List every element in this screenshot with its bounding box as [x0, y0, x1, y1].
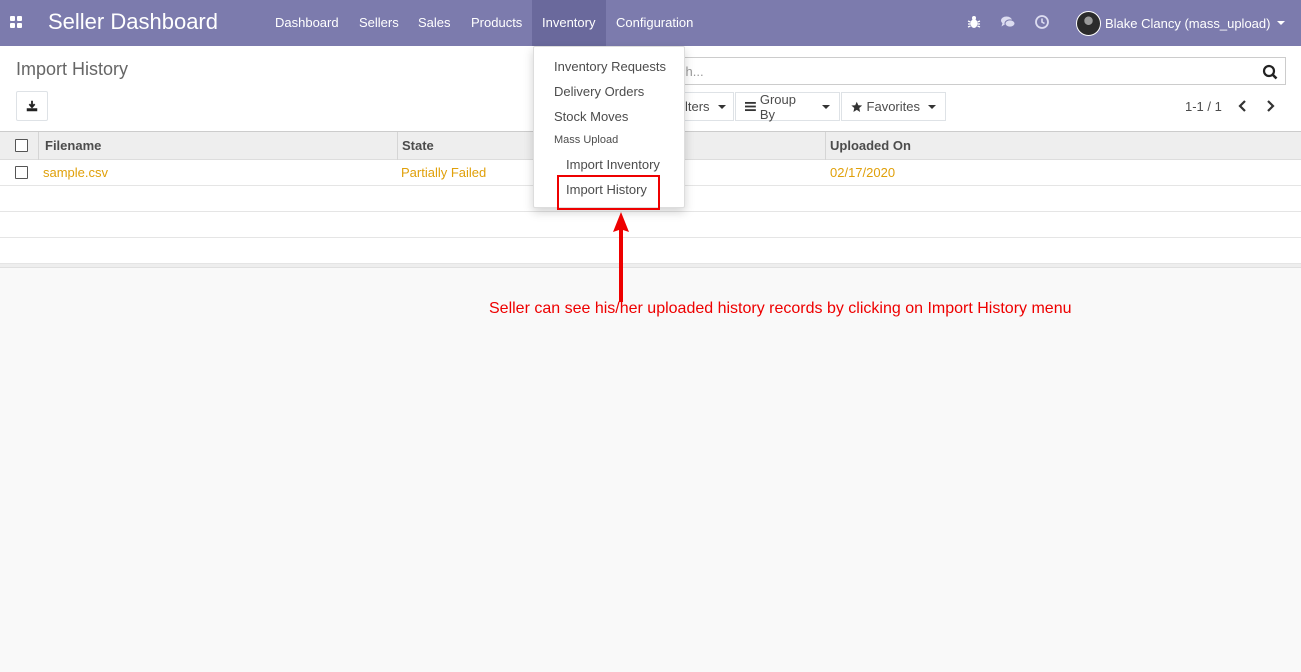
app-title: Seller Dashboard: [48, 9, 218, 34]
list-icon: [745, 101, 756, 112]
cell-filename: sample.csv: [43, 165, 109, 180]
apps-icon[interactable]: [10, 16, 23, 29]
column-divider: [825, 132, 826, 160]
menu-item-stock-moves[interactable]: Stock Moves: [554, 109, 628, 124]
favorites-button[interactable]: Favorites: [841, 92, 946, 121]
page-title: Import History: [16, 59, 129, 79]
favorites-label: Favorites: [866, 99, 920, 114]
menu-sellers[interactable]: Sellers: [349, 0, 409, 46]
menu-sales[interactable]: Sales: [408, 0, 461, 46]
avatar: [1076, 10, 1101, 36]
chevron-down-icon: [822, 104, 830, 109]
arrow-up-icon: [613, 212, 629, 302]
chevron-down-icon: [1277, 21, 1286, 25]
menu-item-delivery-orders[interactable]: Delivery Orders: [554, 84, 644, 99]
empty-row: [0, 212, 1301, 238]
column-header-state[interactable]: State: [402, 132, 434, 160]
menu-section-mass-upload: Mass Upload: [554, 134, 619, 146]
annotation-note: Seller can see his/her uploaded history …: [489, 300, 1072, 317]
menu-inventory[interactable]: Inventory: [532, 0, 606, 46]
chevron-down-icon: [928, 104, 936, 109]
menu-products[interactable]: Products: [461, 0, 532, 46]
chat-icon[interactable]: [1000, 14, 1016, 30]
bug-icon[interactable]: [966, 14, 982, 30]
cell-uploaded-on: 02/17/2020: [830, 165, 896, 180]
highlight-box: [557, 175, 660, 210]
user-menu[interactable]: Blake Clancy (mass_upload): [1076, 9, 1286, 37]
menu-dashboard[interactable]: Dashboard: [265, 0, 349, 46]
column-header-uploaded-on[interactable]: Uploaded On: [830, 132, 911, 160]
select-all-checkbox[interactable]: [15, 139, 28, 152]
filters-label: lters: [685, 99, 710, 114]
chevron-down-icon: [717, 104, 726, 109]
menu-item-inventory-requests[interactable]: Inventory Requests: [554, 59, 666, 74]
top-navbar: Seller Dashboard Dashboard Sellers Sales…: [0, 0, 1301, 46]
menu-item-import-inventory[interactable]: Import Inventory: [566, 157, 660, 172]
column-header-filename[interactable]: Filename: [45, 132, 101, 160]
groupby-label: Group By: [759, 91, 796, 122]
chevron-left-icon[interactable]: [1236, 99, 1250, 113]
star-icon: [851, 101, 863, 112]
column-divider: [38, 132, 39, 160]
search-input[interactable]: ch...: [640, 57, 1286, 85]
column-divider: [397, 132, 398, 160]
table-footer: [0, 264, 1301, 268]
chevron-right-icon[interactable]: [1263, 99, 1277, 113]
clock-icon[interactable]: [1034, 14, 1050, 30]
row-checkbox[interactable]: [15, 166, 28, 179]
empty-row: [0, 238, 1301, 264]
download-button[interactable]: [16, 91, 48, 121]
search-icon[interactable]: [1262, 64, 1278, 80]
download-icon: [26, 100, 38, 112]
pager-value[interactable]: 1-1 / 1: [1185, 99, 1222, 114]
groupby-button[interactable]: Group By: [735, 91, 840, 122]
cell-state: Partially Failed: [401, 165, 487, 180]
user-name: Blake Clancy (mass_upload): [1105, 15, 1271, 31]
menu-configuration[interactable]: Configuration: [606, 0, 703, 46]
